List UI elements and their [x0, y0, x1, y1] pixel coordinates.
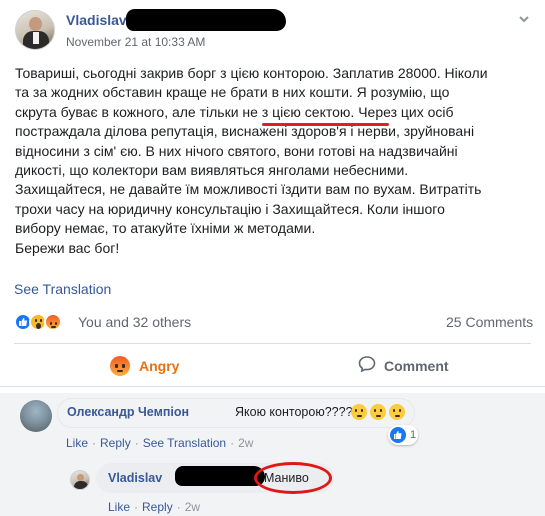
reply-actions: Like · Reply · 2w — [108, 500, 201, 514]
reply-like-link[interactable]: Like — [108, 500, 130, 514]
comment-actions: Like · Reply · See Translation · 2w — [66, 436, 254, 450]
post-text-line: та за жодних обставин краще не брати в н… — [15, 84, 450, 101]
post-text: Товариші, сьогодні закрив борг з цією ко… — [15, 64, 530, 258]
post-text-line: Бережи вас бог! — [15, 239, 120, 256]
angry-label: Angry — [139, 358, 180, 374]
reply-time[interactable]: 2w — [185, 500, 200, 514]
thinking-face-icon — [370, 404, 386, 420]
reply-author-avatar[interactable] — [70, 470, 90, 490]
thinking-face-icon — [351, 404, 367, 420]
thinking-face-icon — [389, 404, 405, 420]
post-text-line: дикості, що колектори вам виявляться янг… — [15, 162, 409, 179]
post-text-line: Товариші, сьогодні закрив борг з цією ко… — [15, 65, 488, 81]
comment-like-count[interactable]: 1 — [388, 425, 418, 445]
comment-author-name[interactable]: Олександр Чемпіон — [67, 405, 189, 419]
post-text-line: Захищайтеся, не давайте їм можливості їз… — [15, 181, 482, 198]
post-text-line: трохи часу на юридичну консультацію і За… — [15, 200, 445, 217]
post-author-name[interactable]: Vladislav — [66, 12, 127, 28]
post-options-chevron-icon[interactable] — [518, 12, 530, 24]
post-text-line: скрута буває в кожного, але тільки не з … — [15, 103, 454, 120]
reply-author-name[interactable]: Vladislav — [108, 471, 162, 485]
post-timestamp[interactable]: November 21 at 10:33 AM — [66, 35, 205, 49]
comments-count[interactable]: 25 Comments — [446, 314, 533, 330]
post-text-line: відносини з сім' єю. В них нічого святог… — [15, 142, 458, 159]
comment-like-link[interactable]: Like — [66, 436, 88, 450]
comment-bubble-icon — [358, 355, 376, 378]
facebook-post: Vladislav November 21 at 10:33 AM Товари… — [0, 0, 545, 516]
comment-button[interactable]: Comment — [358, 355, 449, 378]
redaction-mark — [126, 9, 286, 31]
red-circle-annotation — [254, 462, 332, 494]
divider — [0, 386, 545, 387]
comment-see-translation-link[interactable]: See Translation — [143, 436, 226, 450]
see-translation-link[interactable]: See Translation — [14, 281, 111, 297]
post-text-line: вибору немає, то атакуйте їхніми ж метод… — [15, 220, 316, 237]
like-icon — [390, 427, 406, 443]
angry-icon — [110, 356, 130, 376]
reaction-icons[interactable] — [14, 312, 62, 332]
comment-emojis — [348, 404, 405, 420]
comment-time[interactable]: 2w — [238, 436, 253, 450]
angry-icon — [44, 313, 62, 331]
reactions-summary[interactable]: You and 32 others — [78, 314, 191, 330]
author-avatar[interactable] — [15, 10, 55, 50]
comment-reply-link[interactable]: Reply — [100, 436, 131, 450]
comment-text: Якою конторою???? — [235, 405, 353, 419]
reply-reply-link[interactable]: Reply — [142, 500, 173, 514]
red-underline-annotation — [262, 123, 389, 126]
comment-label: Comment — [384, 358, 449, 374]
redaction-mark — [175, 466, 265, 486]
divider — [14, 343, 531, 344]
angry-reaction-button[interactable]: Angry — [110, 356, 179, 376]
commenter-avatar[interactable] — [20, 400, 52, 432]
